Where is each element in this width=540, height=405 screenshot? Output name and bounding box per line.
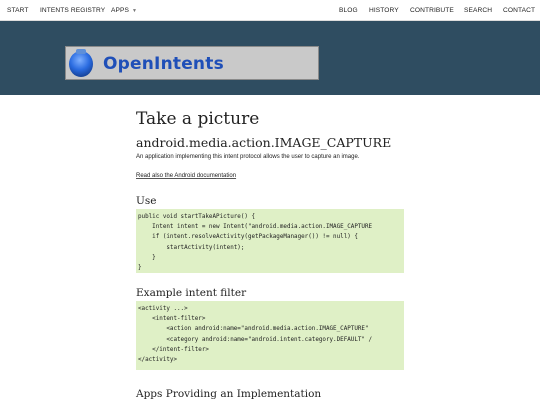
nav-contribute[interactable]: CONTRIBUTE [410,7,454,14]
code-line: <action android:name="android.media.acti… [138,326,373,333]
top-navigation: START INTENTS REGISTRY APPS ▼ BLOG HISTOR… [0,0,540,21]
code-line: public void startTakeAPicture() { [138,214,256,220]
intent-filter-code-block: <activity ...> <intent-filter> <action a… [136,301,404,370]
nav-contact[interactable]: CONTACT [503,7,535,14]
apps-implementation-heading: Apps Providing an Implementation [136,388,322,400]
use-heading: Use [136,195,157,207]
code-line: <category android:name="android.intent.c… [138,336,373,343]
nav-apps[interactable]: APPS ▼ [111,7,137,14]
intent-action-heading: android.media.action.IMAGE_CAPTURE [136,135,392,150]
logo-text: OpenIntents [103,54,224,74]
code-line: if (intent.resolveActivity(getPackageMan… [138,234,358,241]
code-line: } [138,254,156,261]
nav-intents-registry[interactable]: INTENTS REGISTRY [40,7,105,14]
code-line: startActivity(intent); [138,244,245,251]
intent-description: An application implementing this intent … [136,154,360,160]
header-banner: OpenIntents [0,21,540,95]
nav-search[interactable]: SEARCH [464,7,492,14]
openintents-logo-icon [69,49,93,77]
code-line: Intent intent = new Intent("android.medi… [138,224,373,231]
page-title: Take a picture [136,109,260,129]
nav-history[interactable]: HISTORY [369,7,399,14]
intent-filter-heading: Example intent filter [136,287,247,299]
site-logo[interactable]: OpenIntents [65,46,319,80]
nav-blog[interactable]: BLOG [339,7,358,14]
code-line: } [138,264,142,271]
code-line: </intent-filter> [138,346,209,353]
android-documentation-link[interactable]: Read also the Android documentation [136,173,236,179]
code-line: </activity> [138,356,178,363]
use-code-block: public void startTakeAPicture() { Intent… [136,209,404,273]
nav-apps-label: APPS [111,7,129,14]
code-line: <activity ...> [138,306,188,312]
code-line: <intent-filter> [138,316,206,323]
nav-start[interactable]: START [7,7,29,14]
chevron-down-icon: ▼ [132,8,138,14]
